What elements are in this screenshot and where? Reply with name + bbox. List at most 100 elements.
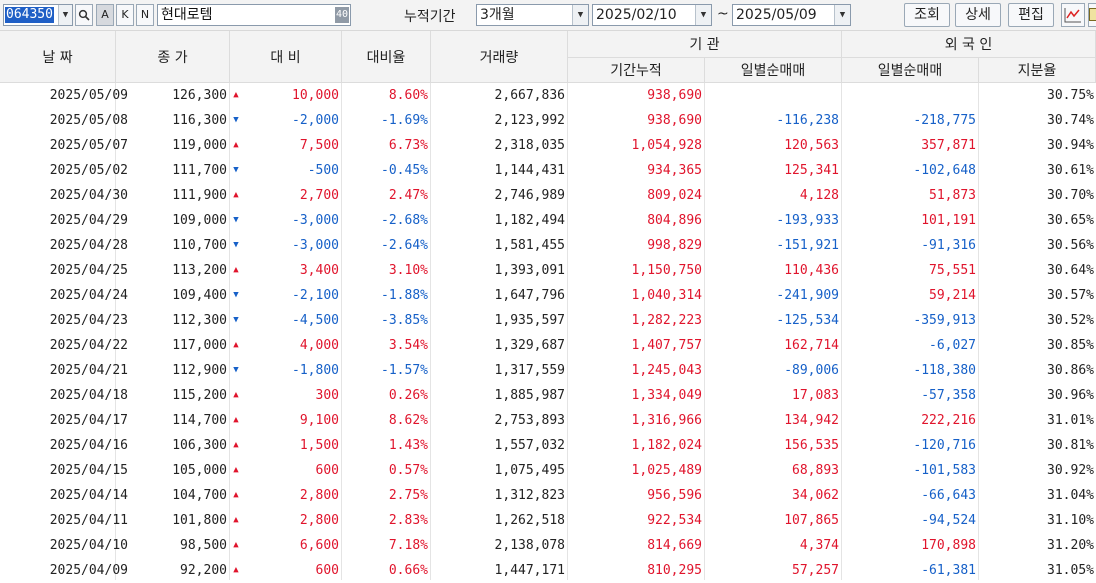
- inst-net-cell: -151,921: [705, 233, 841, 258]
- date-cell: 2025/04/24: [0, 283, 128, 308]
- chevron-down-icon[interactable]: ▼: [572, 5, 588, 25]
- table-row[interactable]: 2025/05/08116,300▼-2,000-1.69%2,123,9929…: [0, 108, 1096, 133]
- foreign-ratio-cell: 30.85%: [979, 333, 1096, 358]
- close-cell: 126,300: [116, 83, 229, 108]
- table-row[interactable]: 2025/05/09126,300▲10,0008.60%2,667,83693…: [0, 83, 1096, 108]
- table-row[interactable]: 2025/04/14104,700▲2,8002.75%1,312,823956…: [0, 483, 1096, 508]
- calendar-dropdown-icon[interactable]: ▼: [834, 5, 850, 25]
- start-date-field[interactable]: 2025/02/10 ▼: [592, 4, 712, 26]
- col-date-header[interactable]: 날 짜: [0, 31, 116, 83]
- foreign-net-cell: 357,871: [842, 133, 978, 158]
- search-button[interactable]: [75, 4, 93, 26]
- col-rate-header[interactable]: 대비율: [342, 31, 431, 83]
- change-cell: -2,000: [243, 108, 341, 133]
- foreign-net-cell: -66,643: [842, 483, 978, 508]
- table-row[interactable]: 2025/05/02111,700▼-500-0.45%1,144,431934…: [0, 158, 1096, 183]
- rate-cell: -2.64%: [342, 233, 430, 258]
- volume-cell: 1,312,823: [431, 483, 567, 508]
- col-foreign-ratio-header[interactable]: 지분율: [979, 58, 1096, 83]
- foreign-ratio-cell: 30.92%: [979, 458, 1096, 483]
- close-cell: 113,200: [116, 258, 229, 283]
- foreign-net-cell: [842, 83, 978, 108]
- volume-cell: 1,647,796: [431, 283, 567, 308]
- end-date-field[interactable]: 2025/05/09 ▼: [732, 4, 851, 26]
- table-row[interactable]: 2025/04/21112,900▼-1,800-1.57%1,317,5591…: [0, 358, 1096, 383]
- date-cell: 2025/04/30: [0, 183, 128, 208]
- search-icon: [78, 9, 90, 21]
- close-cell: 112,300: [116, 308, 229, 333]
- table-row[interactable]: 2025/04/23112,300▼-4,500-3.85%1,935,5971…: [0, 308, 1096, 333]
- date-cell: 2025/04/14: [0, 483, 128, 508]
- table-row[interactable]: 2025/04/30111,900▲2,7002.47%2,746,989809…: [0, 183, 1096, 208]
- period-select[interactable]: 3개월 ▼: [476, 4, 589, 26]
- table-row[interactable]: 2025/04/18115,200▲3000.26%1,885,9871,334…: [0, 383, 1096, 408]
- table-row[interactable]: 2025/04/15105,000▲6000.57%1,075,4951,025…: [0, 458, 1096, 483]
- chevron-down-icon[interactable]: ▼: [58, 5, 72, 25]
- table-row[interactable]: 2025/04/24109,400▼-2,100-1.88%1,647,7961…: [0, 283, 1096, 308]
- close-cell: 101,800: [116, 508, 229, 533]
- query-button[interactable]: 조회: [904, 3, 950, 27]
- table-icon: [1089, 8, 1096, 22]
- up-triangle-icon: ▲: [230, 533, 242, 558]
- col-change-header[interactable]: 대 비: [230, 31, 342, 83]
- table-row[interactable]: 2025/04/11101,800▲2,8002.83%1,262,518922…: [0, 508, 1096, 533]
- rate-cell: -3.85%: [342, 308, 430, 333]
- date-cell: 2025/04/29: [0, 208, 128, 233]
- col-close-header[interactable]: 종 가: [116, 31, 230, 83]
- table-row[interactable]: 2025/04/25113,200▲3,4003.10%1,393,0911,1…: [0, 258, 1096, 283]
- stock-code-field[interactable]: 064350 ▼: [3, 4, 73, 26]
- close-cell: 112,900: [116, 358, 229, 383]
- change-cell: -4,500: [243, 308, 341, 333]
- name-badge: 40: [335, 7, 349, 23]
- detail-button[interactable]: 상세: [955, 3, 1001, 27]
- inst-net-cell: 4,128: [705, 183, 841, 208]
- close-cell: 114,700: [116, 408, 229, 433]
- inst-net-cell: 17,083: [705, 383, 841, 408]
- foreign-net-cell: 51,873: [842, 183, 978, 208]
- mode-button-n[interactable]: N: [136, 4, 154, 26]
- date-cell: 2025/04/22: [0, 333, 128, 358]
- volume-cell: 2,138,078: [431, 533, 567, 558]
- table-row[interactable]: 2025/04/29109,000▼-3,000-2.68%1,182,4948…: [0, 208, 1096, 233]
- date-cell: 2025/05/07: [0, 133, 128, 158]
- volume-cell: 2,753,893: [431, 408, 567, 433]
- stock-name-field[interactable]: 현대로템 40: [157, 4, 351, 26]
- up-triangle-icon: ▲: [230, 433, 242, 458]
- foreign-ratio-cell: 31.01%: [979, 408, 1096, 433]
- inst-cum-cell: 1,054,928: [568, 133, 704, 158]
- col-inst-cum-header[interactable]: 기간누적: [568, 58, 705, 83]
- col-foreign-net-header[interactable]: 일별순매매: [842, 58, 979, 83]
- period-label: 누적기간: [404, 6, 456, 26]
- change-cell: 6,600: [243, 533, 341, 558]
- inst-cum-cell: 922,534: [568, 508, 704, 533]
- table-row[interactable]: 2025/04/28110,700▼-3,000-2.64%1,581,4559…: [0, 233, 1096, 258]
- inst-net-cell: 4,374: [705, 533, 841, 558]
- mode-button-a[interactable]: A: [96, 4, 114, 26]
- edit-button[interactable]: 편집: [1008, 3, 1054, 27]
- foreign-ratio-cell: 31.05%: [979, 558, 1096, 583]
- change-cell: -1,800: [243, 358, 341, 383]
- volume-cell: 1,581,455: [431, 233, 567, 258]
- inst-cum-cell: 956,596: [568, 483, 704, 508]
- table-row[interactable]: 2025/04/17114,700▲9,1008.62%2,753,8931,3…: [0, 408, 1096, 433]
- date-cell: 2025/04/23: [0, 308, 128, 333]
- foreign-ratio-cell: 30.96%: [979, 383, 1096, 408]
- table-row[interactable]: 2025/04/1098,500▲6,6007.18%2,138,078814,…: [0, 533, 1096, 558]
- calendar-dropdown-icon[interactable]: ▼: [695, 5, 711, 25]
- up-triangle-icon: ▲: [230, 333, 242, 358]
- change-cell: 300: [243, 383, 341, 408]
- table-row[interactable]: 2025/04/0992,200▲6000.66%1,447,171810,29…: [0, 558, 1096, 583]
- stock-code-value[interactable]: 064350: [5, 7, 54, 23]
- mode-button-k[interactable]: K: [116, 4, 134, 26]
- table-row[interactable]: 2025/04/22117,000▲4,0003.54%1,329,6871,4…: [0, 333, 1096, 358]
- foreign-net-cell: -218,775: [842, 108, 978, 133]
- inst-net-cell: 162,714: [705, 333, 841, 358]
- table-row[interactable]: 2025/05/07119,000▲7,5006.73%2,318,0351,0…: [0, 133, 1096, 158]
- col-inst-net-header[interactable]: 일별순매매: [705, 58, 842, 83]
- table-row[interactable]: 2025/04/16106,300▲1,5001.43%1,557,0321,1…: [0, 433, 1096, 458]
- chart-button[interactable]: [1061, 3, 1085, 27]
- more-button[interactable]: [1088, 3, 1096, 27]
- col-volume-header[interactable]: 거래량: [431, 31, 568, 83]
- rate-cell: 3.10%: [342, 258, 430, 283]
- up-triangle-icon: ▲: [230, 83, 242, 108]
